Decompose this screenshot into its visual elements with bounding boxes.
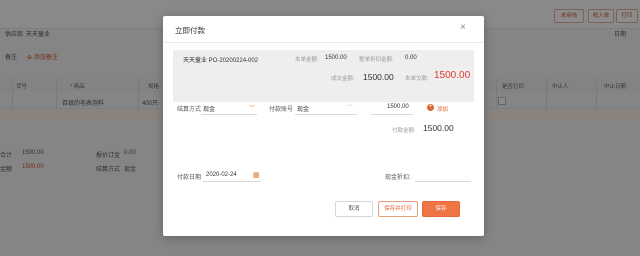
owed-value: 1500.00	[434, 70, 471, 81]
order-summary-panel: 天天童业 PO-20200224-002 本单金额: 1500.00 整单折扣金…	[173, 50, 474, 102]
calendar-icon: ▦	[253, 172, 260, 179]
order-amount-value: 1500.00	[325, 55, 347, 61]
pay-now-dialog: 立即付款 × 天天童业 PO-20200224-002 本单金额: 1500.0…	[163, 16, 484, 236]
more-icon: ···	[346, 102, 353, 109]
title-divider	[163, 42, 484, 43]
save-button[interactable]: 保存	[422, 201, 460, 217]
pay-total-label: 付款金额:	[392, 128, 416, 134]
settle-method-label: 结算方式	[177, 107, 202, 113]
settle-method-select[interactable]: 现金 ﹀	[201, 102, 257, 115]
pay-amount-input[interactable]: 1500.00	[371, 102, 413, 115]
chevron-down-icon: ﹀	[249, 106, 256, 112]
discount-label: 整单折扣金额:	[359, 57, 394, 63]
dialog-title: 立即付款	[175, 26, 205, 35]
plus-icon: +	[427, 104, 434, 111]
cash-discount-label: 现金折扣:	[385, 175, 411, 181]
supplier-order-no: 天天童业 PO-20200224-002	[183, 58, 259, 64]
discount-value: 0.00	[405, 55, 417, 61]
pay-date-value: 2020-02-24	[206, 172, 237, 178]
settle-method-value: 现金	[203, 107, 216, 113]
deal-amount-label: 成交金额:	[331, 76, 355, 82]
account-value: 现金	[297, 107, 310, 113]
account-label: 付款账号	[269, 107, 294, 113]
pay-amount-value: 1500.00	[387, 104, 409, 110]
add-payment-label: 添加	[437, 107, 449, 113]
pay-total-value: 1500.00	[423, 123, 454, 133]
owed-label: 本单欠款:	[405, 76, 429, 82]
account-select[interactable]: 现金 ···	[295, 102, 357, 115]
pay-date-label: 付款日期	[177, 175, 202, 181]
pay-date-input[interactable]: 2020-02-24 ▦	[203, 169, 261, 182]
save-and-print-button[interactable]: 保存并打印	[378, 201, 418, 217]
deal-amount-value: 1500.00	[363, 72, 394, 82]
close-icon[interactable]: ×	[460, 22, 466, 33]
order-amount-label: 本单金额:	[295, 57, 319, 63]
cancel-button[interactable]: 取消	[335, 201, 373, 217]
cash-discount-input[interactable]	[415, 169, 471, 182]
